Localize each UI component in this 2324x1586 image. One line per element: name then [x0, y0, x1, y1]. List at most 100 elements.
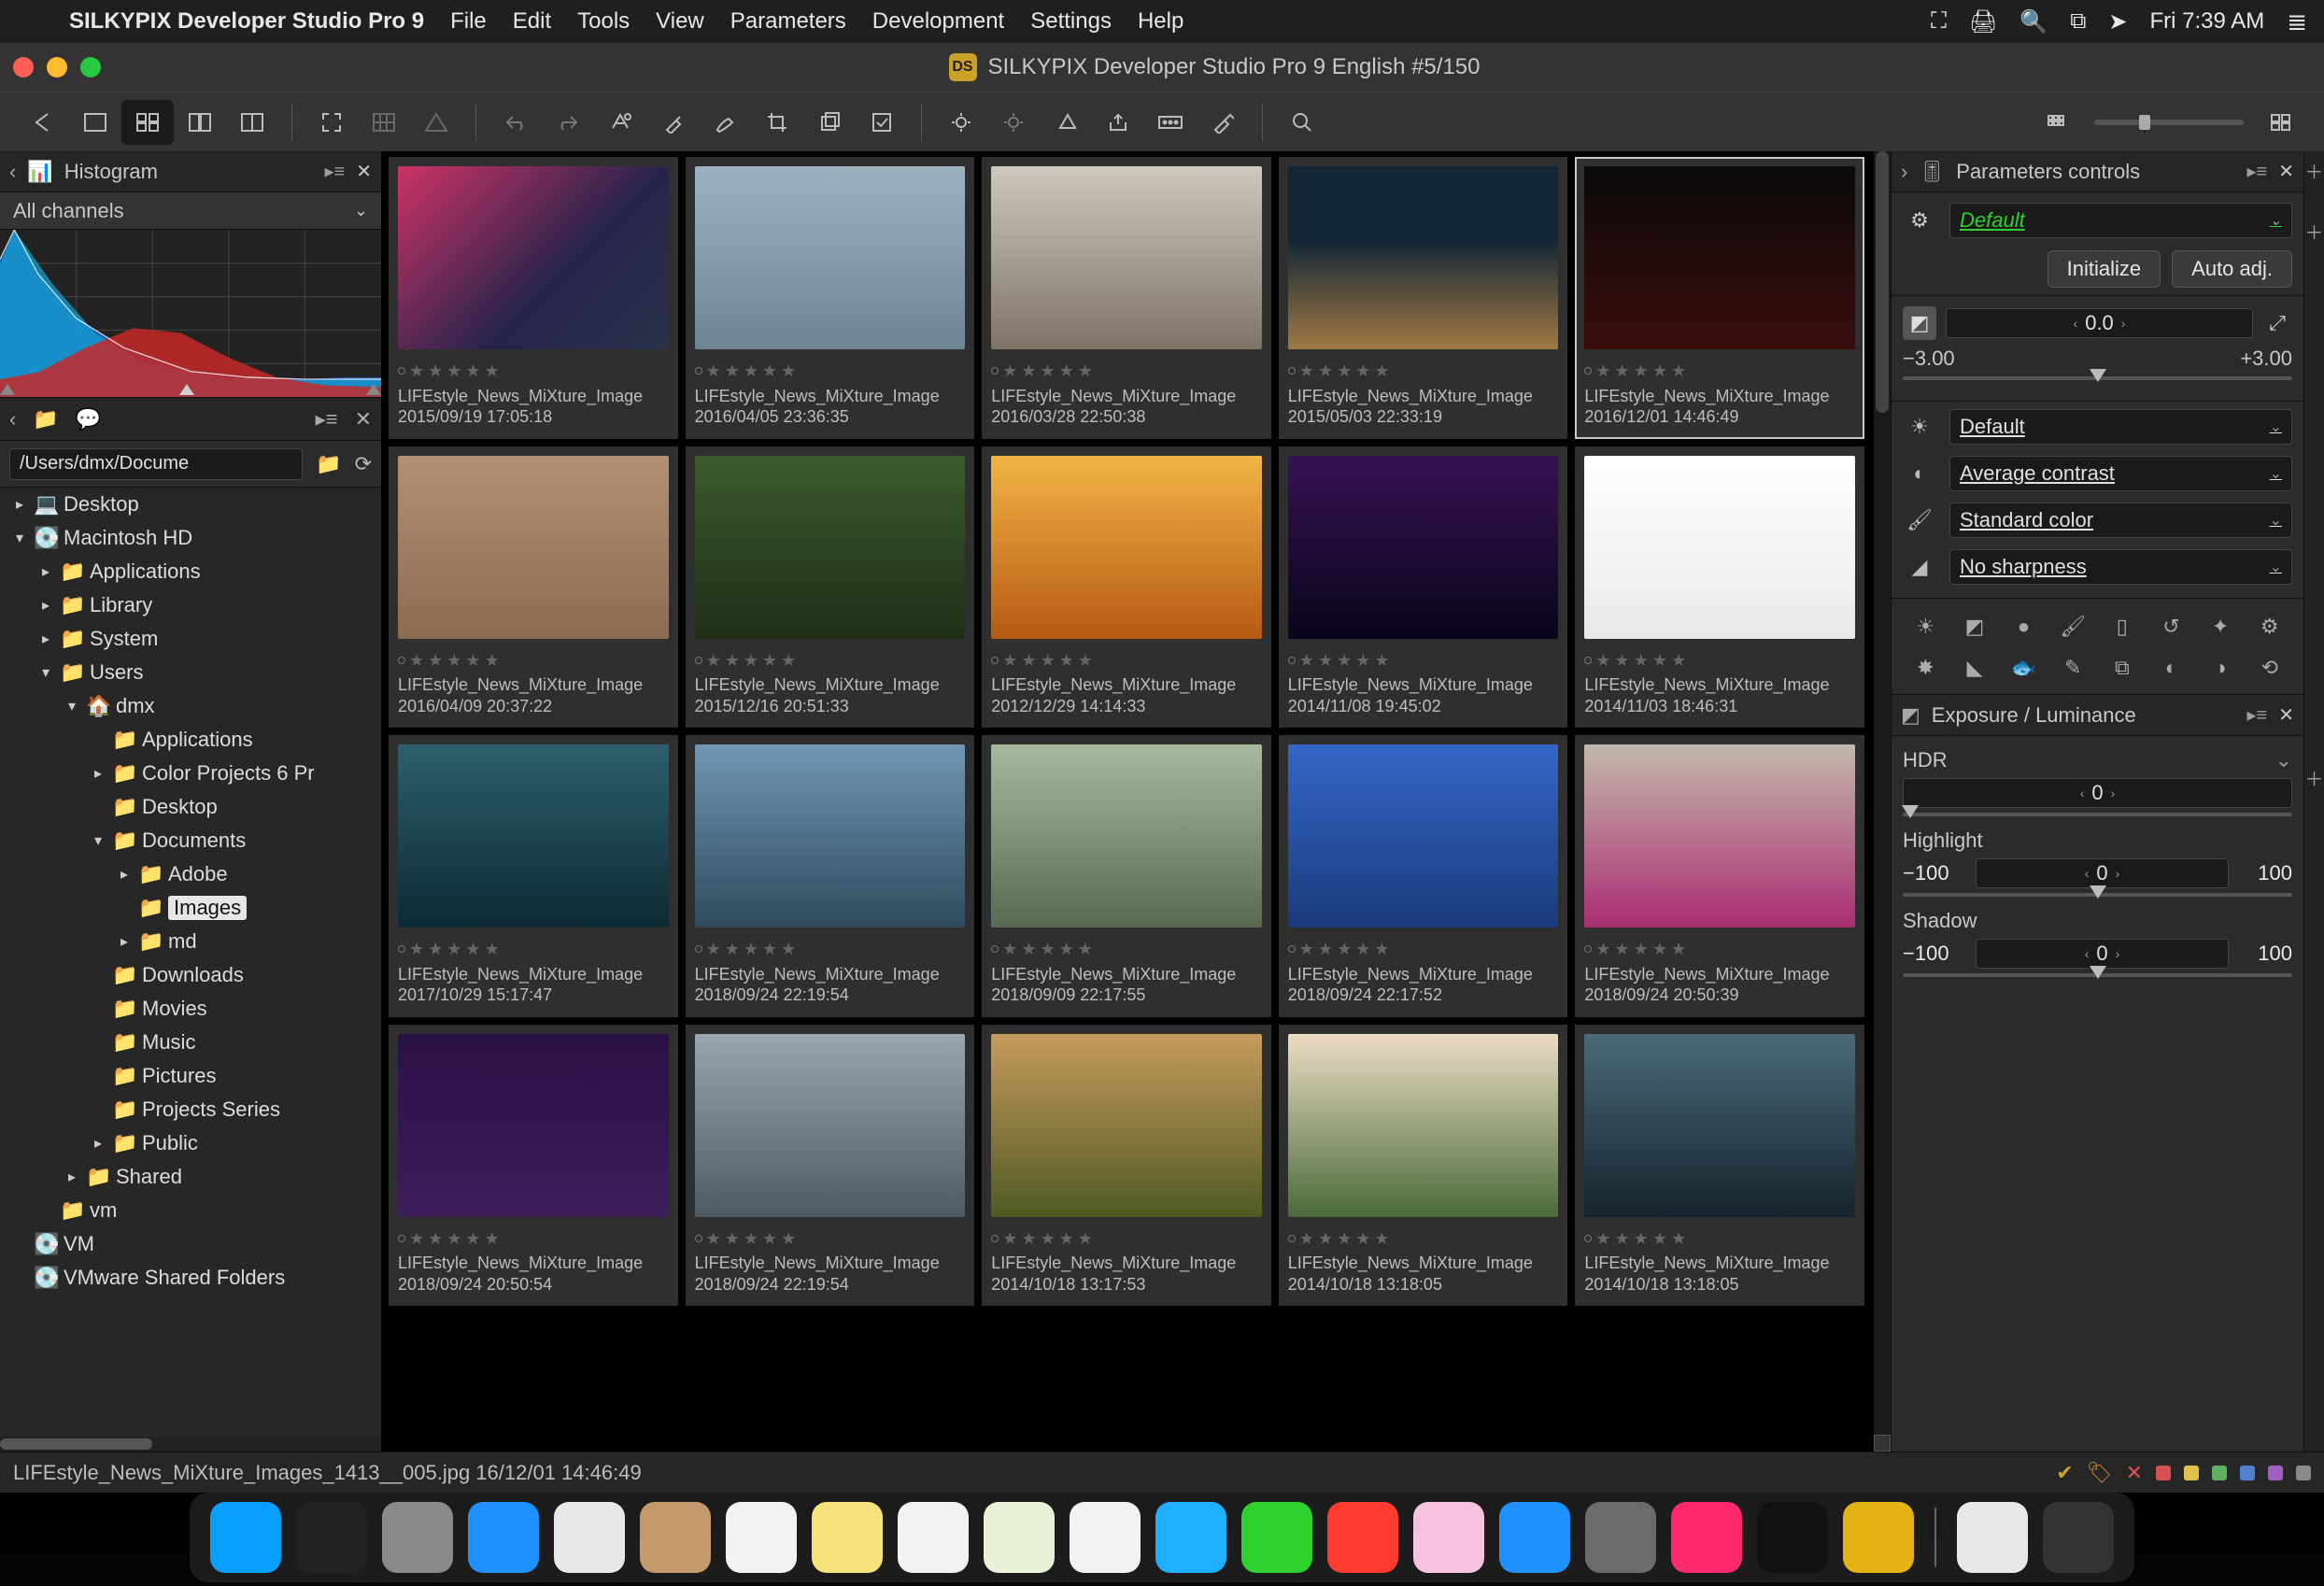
panel-collapse-icon[interactable]: ▸≡ — [316, 407, 338, 432]
label-purple[interactable] — [2268, 1466, 2283, 1480]
rating-stars[interactable]: ★★★★★ — [991, 361, 1262, 382]
thumbnail[interactable]: ★★★★★LIFEstyle_News_MiXture_Image2018/09… — [686, 1025, 975, 1307]
rating-stars[interactable]: ★★★★★ — [398, 1228, 669, 1250]
folder-item[interactable]: ▾📁Documents — [0, 824, 381, 857]
rating-stars[interactable]: ★★★★★ — [695, 1228, 966, 1250]
panel-close-icon[interactable]: ✕ — [356, 160, 372, 183]
folder-item[interactable]: ▸📁Library — [0, 588, 381, 622]
status-icon-1[interactable]: ⛶ — [1931, 8, 1947, 35]
white-balance-select[interactable]: Default ⌄ — [1949, 409, 2292, 445]
rating-stars[interactable]: ★★★★★ — [398, 650, 669, 672]
auto-adjust-button[interactable]: Auto adj. — [2172, 250, 2292, 288]
refresh-icon[interactable]: ⟳ — [355, 452, 372, 476]
rating-stars[interactable]: ★★★★★ — [695, 939, 966, 960]
histogram-white-handle[interactable] — [366, 384, 381, 395]
thumbnail[interactable]: ★★★★★LIFEstyle_News_MiXture_Image2014/10… — [1575, 1025, 1864, 1307]
expand-icon[interactable]: ▸ — [39, 562, 52, 581]
expand-icon[interactable]: ▸ — [118, 865, 131, 884]
dock-notes[interactable] — [812, 1502, 883, 1573]
expand-icon[interactable]: ▸ — [118, 932, 131, 951]
develop-button[interactable] — [1040, 100, 1092, 145]
dock-system-prefs[interactable] — [1585, 1502, 1656, 1573]
menu-tools[interactable]: Tools — [577, 8, 630, 35]
split-view-button[interactable] — [174, 100, 226, 145]
window-close[interactable] — [13, 57, 34, 78]
tool-highlight-icon[interactable]: ◐ — [2147, 647, 2196, 688]
tool-eyedrop-icon[interactable]: ✎ — [2048, 647, 2098, 688]
checkbox-button[interactable] — [856, 100, 908, 145]
status-icon-2[interactable]: 🖨 — [1969, 8, 1997, 35]
rating-stars[interactable]: ★★★★★ — [1288, 361, 1559, 382]
warning-button[interactable] — [410, 100, 462, 145]
rating-stars[interactable]: ★★★★★ — [1288, 650, 1559, 672]
check-icon[interactable]: ✔ — [2056, 1461, 2073, 1485]
tool-shadow-icon[interactable]: ◑ — [2196, 647, 2246, 688]
panel-close-icon[interactable]: ✕ — [2278, 160, 2294, 183]
folder-item[interactable]: ▸📁md — [0, 925, 381, 958]
dock-music[interactable] — [1413, 1502, 1484, 1573]
folder-item[interactable]: ▸📁Adobe — [0, 857, 381, 891]
export-button[interactable] — [1092, 100, 1144, 145]
dock-generic-doc[interactable] — [1957, 1502, 2028, 1573]
rating-stars[interactable]: ★★★★★ — [1288, 939, 1559, 960]
tool-gear-icon[interactable]: ⚙ — [2245, 606, 2294, 647]
folder-item[interactable]: 💽VM — [0, 1227, 381, 1261]
settings2-button[interactable] — [987, 100, 1040, 145]
menubar-clock[interactable]: Fri 7:39 AM — [2149, 8, 2264, 35]
thumbnail[interactable]: ★★★★★LIFEstyle_News_MiXture_Image2015/05… — [1279, 157, 1568, 439]
dock-maps[interactable] — [984, 1502, 1055, 1573]
plus-icon[interactable]: ＋ — [2305, 764, 2324, 791]
dock-calendar[interactable] — [726, 1502, 797, 1573]
tool-nr-icon[interactable]: ● — [1999, 606, 2048, 647]
dock-contacts[interactable] — [640, 1502, 711, 1573]
shadow-spinner[interactable]: ‹0› — [1976, 939, 2229, 969]
zoom-button[interactable] — [1276, 100, 1328, 145]
highlight-slider[interactable] — [1903, 893, 2292, 897]
dock-reminders[interactable] — [898, 1502, 969, 1573]
folder-item[interactable]: 📁Movies — [0, 992, 381, 1026]
rating-stars[interactable]: ★★★★★ — [1584, 939, 1855, 960]
rating-stars[interactable]: ★★★★★ — [1288, 1228, 1559, 1250]
menu-edit[interactable]: Edit — [513, 8, 551, 35]
menu-help[interactable]: Help — [1138, 8, 1183, 35]
dock-trash[interactable] — [2043, 1502, 2114, 1573]
dock-messages[interactable] — [1155, 1502, 1226, 1573]
chevron-right-icon[interactable]: › — [2121, 316, 2126, 331]
x-icon[interactable]: ✕ — [2126, 1461, 2143, 1485]
panel-close-icon[interactable]: ✕ — [2278, 703, 2294, 727]
folder-item[interactable]: ▸💻Desktop — [0, 488, 381, 521]
rating-stars[interactable]: ★★★★★ — [1584, 361, 1855, 382]
crop-button[interactable] — [751, 100, 803, 145]
siri-icon[interactable]: ➤ — [2108, 8, 2127, 35]
rating-stars[interactable]: ★★★★★ — [1584, 1228, 1855, 1250]
dock-safari[interactable] — [468, 1502, 539, 1573]
gear-icon[interactable]: ⚙ — [1903, 208, 1936, 233]
settings1-button[interactable] — [935, 100, 987, 145]
thumbnail[interactable]: ★★★★★LIFEstyle_News_MiXture_Image2018/09… — [686, 735, 975, 1017]
menu-file[interactable]: File — [450, 8, 487, 35]
thumbnail[interactable]: ★★★★★LIFEstyle_News_MiXture_Image2014/10… — [1279, 1025, 1568, 1307]
rating-stars[interactable]: ★★★★★ — [991, 1228, 1262, 1250]
thumbnail[interactable]: ★★★★★LIFEstyle_News_MiXture_Image2015/12… — [686, 446, 975, 729]
label-blue[interactable] — [2240, 1466, 2255, 1480]
histogram-mid-handle[interactable] — [179, 384, 194, 395]
fullscreen-button[interactable] — [305, 100, 358, 145]
rating-stars[interactable]: ★★★★★ — [398, 361, 669, 382]
menu-development[interactable]: Development — [872, 8, 1004, 35]
label-yellow[interactable] — [2184, 1466, 2199, 1480]
airplay-icon[interactable]: ⧉ — [2070, 8, 2086, 35]
exposure-value-spinner[interactable]: ‹ 0.0 › — [1946, 308, 2253, 338]
expand-icon[interactable]: ▾ — [65, 697, 78, 715]
folder-item[interactable]: 📁Applications — [0, 723, 381, 757]
expand-icon[interactable]: ▸ — [92, 1134, 105, 1153]
label-gray[interactable] — [2296, 1466, 2311, 1480]
tool-rotate-icon[interactable]: ↺ — [2147, 606, 2196, 647]
batch-button[interactable] — [1144, 100, 1197, 145]
thumbnail[interactable]: ★★★★★LIFEstyle_News_MiXture_Image2016/04… — [389, 446, 678, 729]
thumbnail[interactable]: ★★★★★LIFEstyle_News_MiXture_Image2017/10… — [389, 735, 678, 1017]
expand-icon[interactable]: ▸ — [39, 596, 52, 615]
panel-collapse-icon[interactable]: ▸≡ — [2247, 160, 2268, 183]
tool-tone-icon[interactable]: ◩ — [1950, 606, 2000, 647]
folder-item[interactable]: ▾🏠dmx — [0, 689, 381, 723]
menu-parameters[interactable]: Parameters — [730, 8, 846, 35]
